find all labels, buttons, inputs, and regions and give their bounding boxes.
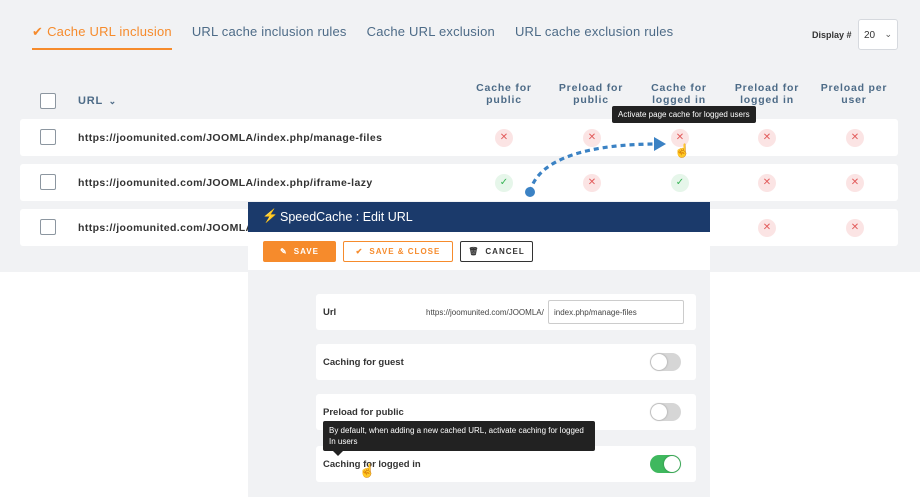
- edit-url-modal-header: ⚡ SpeedCache : Edit URL: [248, 202, 710, 232]
- tab-cache-url-exclusion[interactable]: Cache URL exclusion: [367, 24, 495, 50]
- row-checkbox[interactable]: [40, 174, 56, 190]
- preload-public-toggle[interactable]: [650, 403, 681, 421]
- edit-icon: ✎: [280, 247, 288, 256]
- save-close-button[interactable]: ✔ SAVE & CLOSE: [343, 241, 453, 262]
- url-label: Url: [323, 307, 337, 318]
- edit-url-form: Url https://joomunited.com/JOOMLA/ index…: [248, 270, 710, 497]
- check-icon: ✔: [32, 24, 44, 39]
- pointer-hand-icon: ☝: [359, 463, 376, 478]
- x-icon[interactable]: ✕: [758, 219, 776, 237]
- caching-logged-tooltip: By default, when adding a new cached URL…: [323, 421, 595, 456]
- row-url[interactable]: https://joomunited.com/JOOMLA/index.php/…: [78, 177, 373, 189]
- display-count-select[interactable]: 20 ⌄: [858, 19, 898, 50]
- display-label: Display #: [812, 30, 852, 40]
- cancel-button[interactable]: 🗑 CANCEL: [460, 241, 533, 262]
- check-icon[interactable]: ✓: [671, 174, 689, 192]
- row-url[interactable]: https://joomunited.com/JOOMLA/index.php/…: [78, 132, 382, 144]
- bolt-icon: ⚡: [262, 208, 279, 223]
- url-prefix: https://joomunited.com/JOOMLA/: [426, 308, 544, 317]
- x-icon[interactable]: ✕: [758, 129, 776, 147]
- trash-icon: 🗑: [468, 247, 480, 256]
- column-header-cache-public: Cache for public: [476, 82, 532, 106]
- x-icon[interactable]: ✕: [495, 129, 513, 147]
- row-url[interactable]: https://joomunited.com/JOOMLA: [78, 222, 254, 234]
- caching-logged-toggle[interactable]: [650, 455, 681, 473]
- check-icon: ✔: [355, 247, 364, 256]
- x-icon[interactable]: ✕: [846, 219, 864, 237]
- column-header-cache-logged-in: Cache for logged in: [651, 82, 707, 106]
- tab-url-cache-exclusion-rules[interactable]: URL cache exclusion rules: [515, 24, 673, 50]
- url-column-header[interactable]: URL ⌄: [78, 95, 117, 107]
- preload-public-label: Preload for public: [323, 407, 404, 418]
- dashed-arrow-icon: [525, 137, 666, 197]
- caching-guest-label: Caching for guest: [323, 357, 404, 368]
- modal-title: SpeedCache : Edit URL: [280, 210, 413, 224]
- tab-cache-url-inclusion[interactable]: ✔ Cache URL inclusion: [32, 24, 172, 50]
- tab-bar: ✔ Cache URL inclusion URL cache inclusion…: [32, 24, 693, 50]
- column-header-preload-logged-in: Preload for logged in: [734, 82, 800, 106]
- caching-guest-card: Caching for guest: [316, 344, 696, 380]
- check-icon[interactable]: ✓: [495, 174, 513, 192]
- activate-cache-tooltip: Activate page cache for logged users: [612, 106, 756, 123]
- url-input[interactable]: index.php/manage-files: [548, 300, 684, 324]
- modal-toolbar: ✎ SAVE ✔ SAVE & CLOSE 🗑 CANCEL: [248, 232, 710, 270]
- tab-url-cache-inclusion-rules[interactable]: URL cache inclusion rules: [192, 24, 347, 50]
- chevron-down-icon: ⌄: [108, 96, 118, 106]
- row-checkbox[interactable]: [40, 219, 56, 235]
- row-checkbox[interactable]: [40, 129, 56, 145]
- select-all-checkbox[interactable]: [40, 93, 56, 109]
- x-icon[interactable]: ✕: [846, 174, 864, 192]
- column-header-preload-public: Preload for public: [558, 82, 624, 106]
- x-icon[interactable]: ✕: [758, 174, 776, 192]
- chevron-down-icon: ⌄: [884, 29, 892, 39]
- save-button[interactable]: ✎ SAVE: [263, 241, 336, 262]
- x-icon[interactable]: ✕: [846, 129, 864, 147]
- caching-guest-toggle[interactable]: [650, 353, 681, 371]
- column-header-preload-per-user: Preload per user: [820, 82, 888, 106]
- url-field-card: Url https://joomunited.com/JOOMLA/ index…: [316, 294, 696, 330]
- pointer-hand-icon: ☝: [674, 143, 691, 158]
